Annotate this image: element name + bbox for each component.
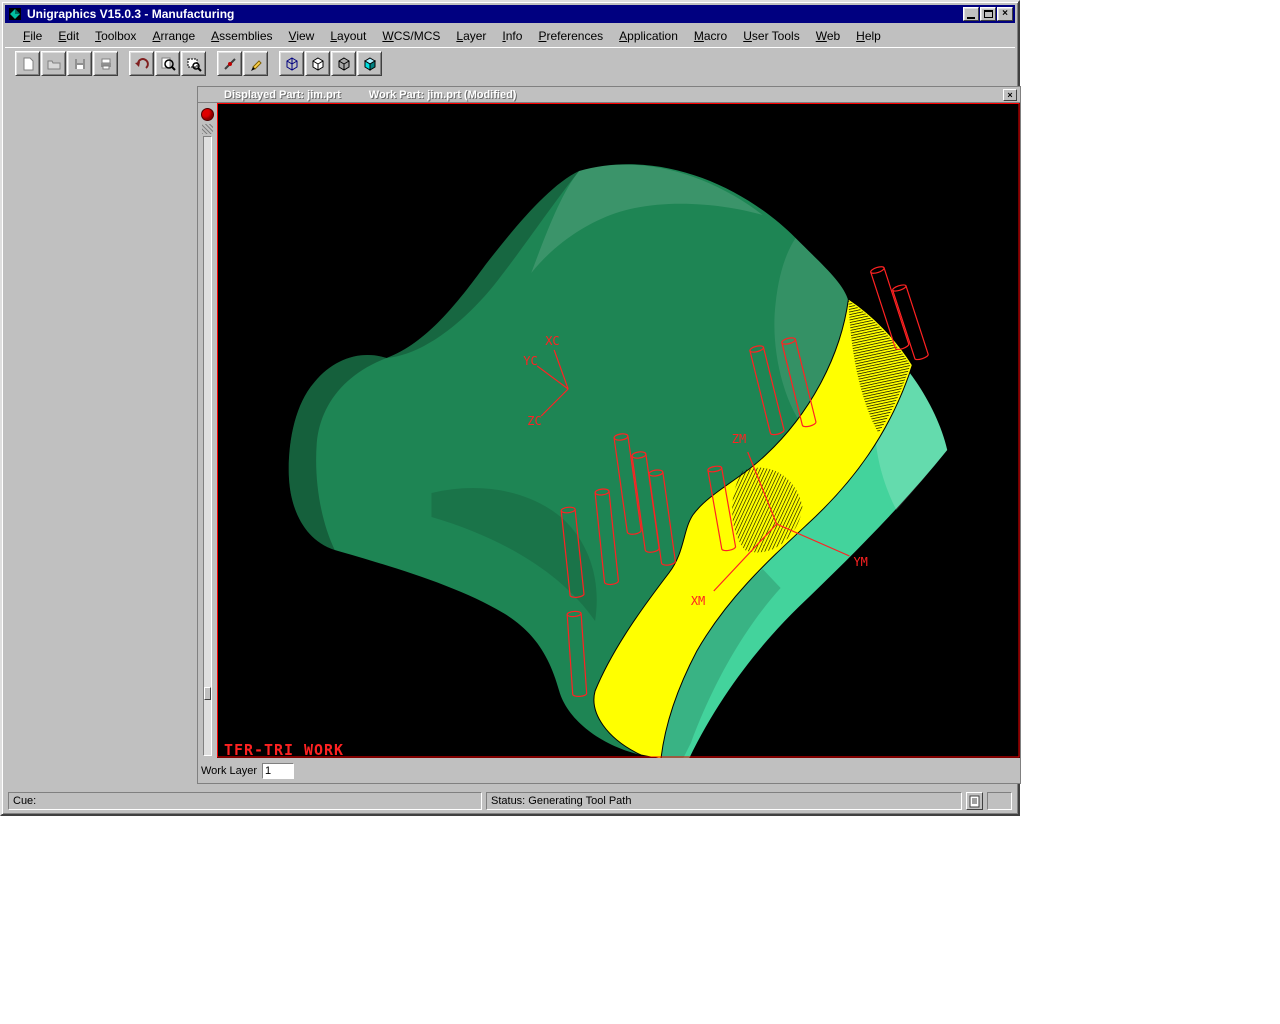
sketch-pencil-button[interactable] xyxy=(243,51,268,76)
yc-axis-label: YC xyxy=(523,354,537,368)
displayed-part-label: Displayed Part: jim.prt xyxy=(224,89,341,101)
view-cube-hidden-button[interactable] xyxy=(305,51,330,76)
drafting-tool-icon xyxy=(222,56,238,72)
zoom-window-icon xyxy=(186,56,202,72)
zm-axis-label: ZM xyxy=(732,432,746,446)
toolbar xyxy=(5,47,1015,79)
zc-axis-label: ZC xyxy=(527,414,541,428)
unigraphics-logo-icon xyxy=(7,7,23,21)
zoom-view-button[interactable] xyxy=(155,51,180,76)
new-part-button[interactable] xyxy=(15,51,40,76)
undo-button[interactable] xyxy=(129,51,154,76)
save-part-icon xyxy=(72,56,88,72)
app-window: Unigraphics V15.0.3 - Manufacturing × Fi… xyxy=(0,0,1020,816)
view-note-label: TFR-TRI WORK xyxy=(224,741,344,758)
menu-item-info[interactable]: Info xyxy=(494,26,530,46)
open-part-icon xyxy=(46,56,62,72)
maximize-button[interactable] xyxy=(980,7,996,21)
ym-axis-label: YM xyxy=(853,555,867,569)
drafting-tool-button[interactable] xyxy=(217,51,242,76)
zoom-view-icon xyxy=(160,56,176,72)
menu-item-arrange[interactable]: Arrange xyxy=(144,26,203,46)
graphics-close-button[interactable]: × xyxy=(1003,89,1017,101)
graphics-viewport[interactable]: XC YC ZC ZM YM XM TFR-TRI WORK xyxy=(217,103,1020,758)
menu-item-file[interactable]: File xyxy=(15,26,50,46)
view-cube-solid-icon xyxy=(336,56,352,72)
minimize-icon xyxy=(967,17,975,19)
print-button[interactable] xyxy=(93,51,118,76)
scrollbar-thumb[interactable] xyxy=(204,687,211,700)
save-part-button[interactable] xyxy=(67,51,92,76)
close-icon: × xyxy=(1002,9,1008,19)
work-layer-label: Work Layer xyxy=(201,765,257,777)
status-text: Status: Generating Tool Path xyxy=(491,795,631,807)
view-scrollbar[interactable] xyxy=(203,136,212,756)
statusbar: Cue: Status: Generating Tool Path xyxy=(5,788,1015,814)
minimize-button[interactable] xyxy=(963,7,979,21)
interrupt-button[interactable] xyxy=(201,108,214,121)
maximize-icon xyxy=(984,10,993,18)
view-control-strip xyxy=(198,103,217,758)
menu-item-toolbox[interactable]: Toolbox xyxy=(87,26,144,46)
menu-item-wcs-mcs[interactable]: WCS/MCS xyxy=(374,26,448,46)
view-cube-solid-button[interactable] xyxy=(331,51,356,76)
sketch-pencil-icon xyxy=(248,56,264,72)
menu-item-help[interactable]: Help xyxy=(848,26,889,46)
window-title: Unigraphics V15.0.3 - Manufacturing xyxy=(27,7,962,21)
menu-item-layer[interactable]: Layer xyxy=(448,26,494,46)
view-cube-hidden-icon xyxy=(310,56,326,72)
status-panel: Status: Generating Tool Path xyxy=(486,792,962,810)
shaded-view-icon xyxy=(362,56,378,72)
new-part-icon xyxy=(20,56,36,72)
workspace: Displayed Part: jim.prt Work Part: jim.p… xyxy=(5,79,1015,785)
xc-axis-label: XC xyxy=(545,334,559,348)
zoom-window-button[interactable] xyxy=(181,51,206,76)
view-cube-wireframe-icon xyxy=(284,56,300,72)
menu-item-edit[interactable]: Edit xyxy=(50,26,87,46)
status-log-button[interactable] xyxy=(966,792,983,810)
titlebar: Unigraphics V15.0.3 - Manufacturing × xyxy=(5,5,1015,23)
menu-item-view[interactable]: View xyxy=(281,26,323,46)
close-button[interactable]: × xyxy=(997,7,1013,21)
menu-item-web[interactable]: Web xyxy=(808,26,848,46)
graphics-window-header: Displayed Part: jim.prt Work Part: jim.p… xyxy=(198,87,1020,103)
menubar: File Edit Toolbox Arrange Assemblies Vie… xyxy=(5,25,1015,47)
menu-item-user-tools[interactable]: User Tools xyxy=(735,26,807,46)
graphics-window-footer: Work Layer xyxy=(198,758,1020,783)
menu-item-layout[interactable]: Layout xyxy=(322,26,374,46)
close-icon: × xyxy=(1007,91,1012,99)
xm-axis-label: XM xyxy=(691,594,705,608)
log-icon xyxy=(969,795,980,808)
view-cube-wireframe-button[interactable] xyxy=(279,51,304,76)
desktop: Unigraphics V15.0.3 - Manufacturing × Fi… xyxy=(0,0,1280,1024)
undo-icon xyxy=(134,56,150,72)
graphics-window: Displayed Part: jim.prt Work Part: jim.p… xyxy=(197,86,1021,784)
strip-grip[interactable] xyxy=(202,124,213,134)
statusbar-spacer xyxy=(987,792,1012,810)
menu-item-macro[interactable]: Macro xyxy=(686,26,735,46)
shaded-view-button[interactable] xyxy=(357,51,382,76)
print-icon xyxy=(98,56,114,72)
menu-item-assemblies[interactable]: Assemblies xyxy=(203,26,280,46)
cue-panel: Cue: xyxy=(8,792,482,810)
work-layer-input[interactable] xyxy=(262,763,294,779)
menu-item-application[interactable]: Application xyxy=(611,26,686,46)
work-part-label: Work Part: jim.prt (Modified) xyxy=(369,89,517,101)
menu-item-preferences[interactable]: Preferences xyxy=(530,26,611,46)
open-part-button[interactable] xyxy=(41,51,66,76)
cue-label: Cue: xyxy=(13,795,36,807)
